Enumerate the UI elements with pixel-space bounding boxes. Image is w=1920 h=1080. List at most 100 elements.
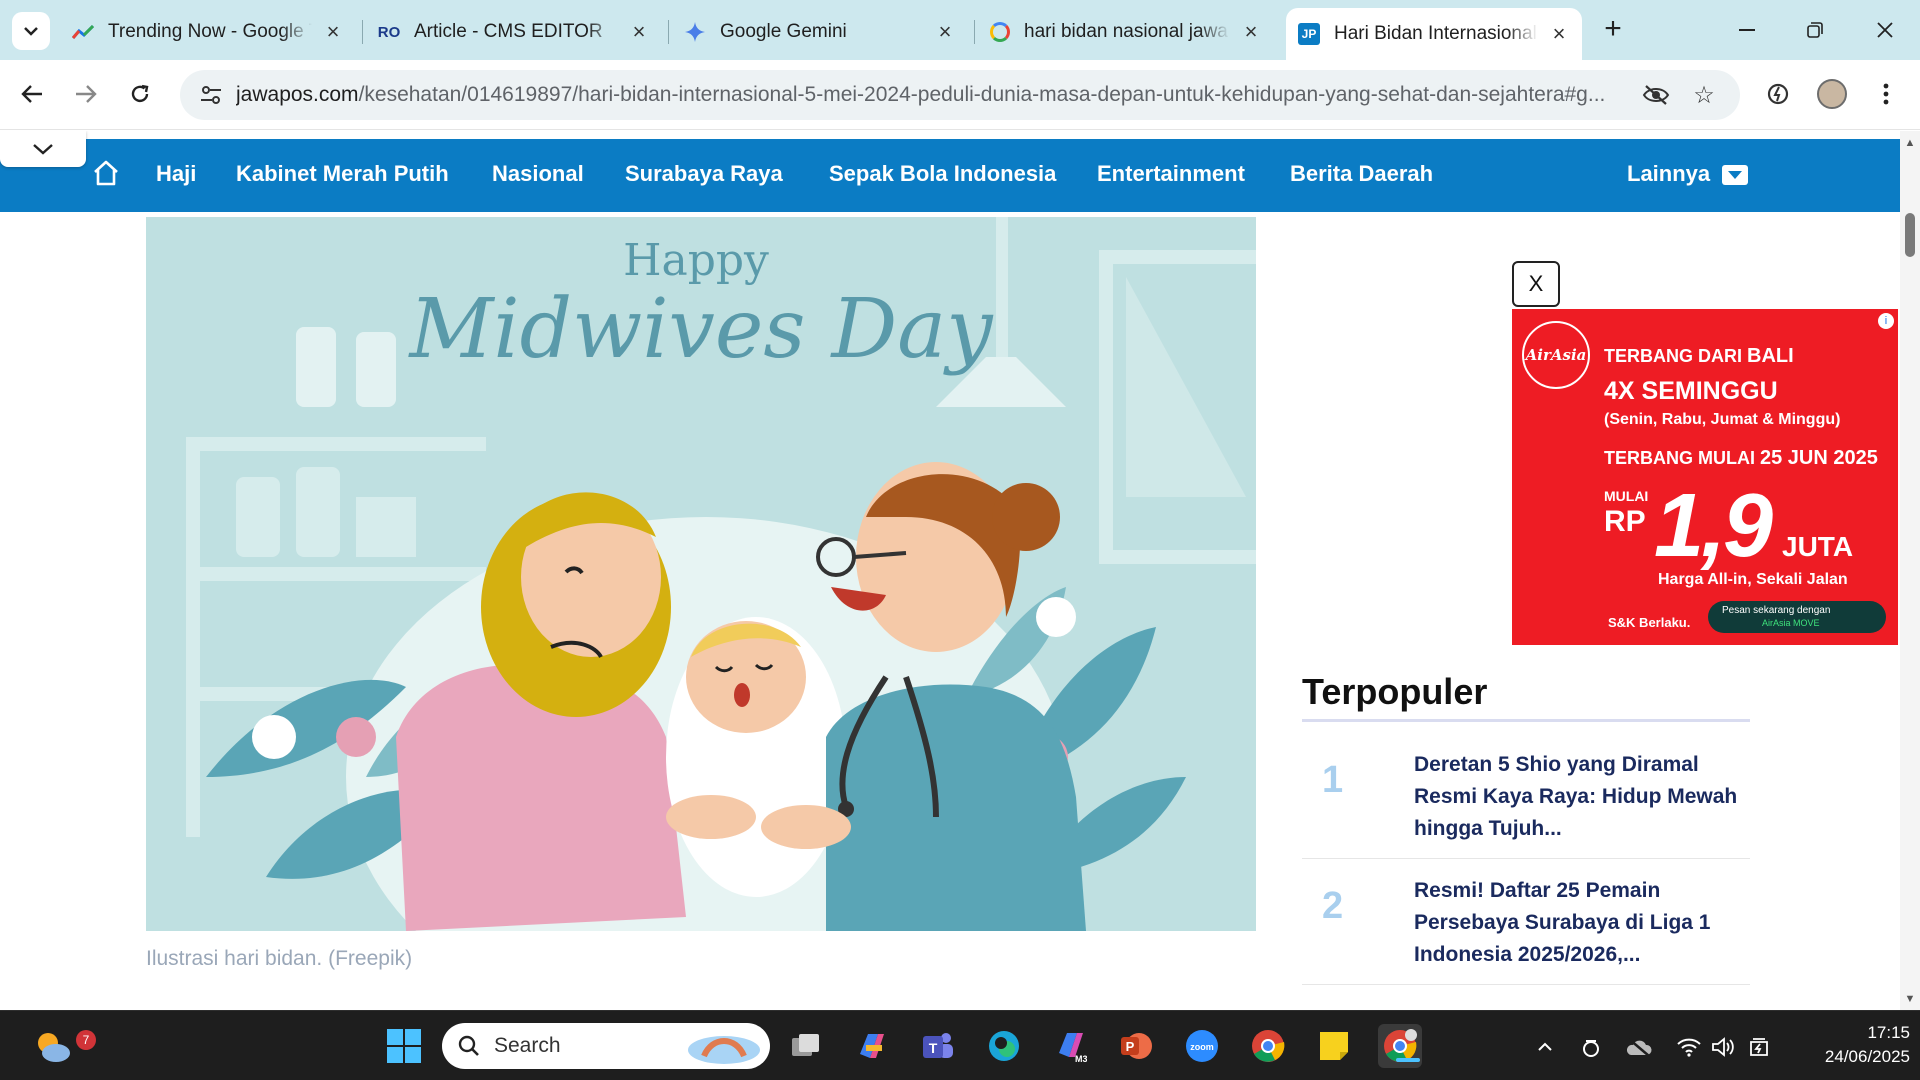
nav-sepak-bola-indonesia[interactable]: Sepak Bola Indonesia — [829, 161, 1056, 187]
ad-info-icon[interactable]: i — [1878, 313, 1894, 329]
taskbar-search[interactable]: Search — [442, 1023, 770, 1069]
performance-icon[interactable] — [1760, 76, 1796, 112]
new-tab-button[interactable]: + — [1598, 12, 1628, 45]
restore-button[interactable] — [1790, 10, 1840, 50]
tab-jawapos-active[interactable]: JP Hari Bidan Internasional 5 Mei 2024 × — [1286, 8, 1582, 60]
ad-line-1-strong: BALI — [1747, 345, 1794, 367]
ad-juta: JUTA — [1782, 531, 1854, 562]
reload-icon — [131, 84, 149, 103]
site-info-button[interactable] — [186, 70, 236, 120]
tab-strip: Trending Now - Google Trends × RO Articl… — [0, 0, 1920, 60]
svg-text:zoom: zoom — [1190, 1042, 1214, 1052]
scrollbar-thumb[interactable] — [1905, 213, 1915, 257]
close-icon[interactable]: × — [322, 19, 344, 44]
nav-lainnya-label: Lainnya — [1627, 161, 1711, 186]
tracking-protection-icon[interactable] — [1642, 81, 1670, 109]
nav-haji[interactable]: Haji — [156, 161, 196, 187]
nav-lainnya[interactable]: Lainnya — [1627, 161, 1749, 187]
image-title-midwives-day: Midwives Day — [407, 282, 994, 377]
cloud-offline-icon[interactable] — [1624, 1033, 1654, 1061]
tab-gemini[interactable]: Google Gemini × — [672, 10, 968, 54]
tab-title: Google Gemini — [720, 21, 847, 42]
svg-text:M365: M365 — [1075, 1054, 1087, 1063]
tab-divider — [668, 20, 669, 44]
profile-avatar[interactable] — [1814, 76, 1850, 112]
nav-entertainment[interactable]: Entertainment — [1097, 161, 1245, 187]
battery-charging-icon[interactable] — [1744, 1033, 1774, 1061]
close-icon[interactable]: × — [1548, 21, 1570, 46]
scroll-down-icon[interactable]: ▼ — [1904, 993, 1916, 1005]
task-view-icon — [792, 1034, 819, 1056]
start-button[interactable] — [382, 1024, 426, 1068]
page-scrollbar[interactable]: ▲ ▼ — [1900, 131, 1920, 1010]
nav-surabaya-raya[interactable]: Surabaya Raya — [625, 161, 783, 187]
zoom-button[interactable]: zoom — [1180, 1024, 1224, 1068]
ad-rp: RP — [1604, 505, 1646, 538]
volume-icon[interactable] — [1708, 1033, 1738, 1061]
task-view-button[interactable] — [784, 1024, 828, 1068]
ad-terms: S&K Berlaku. — [1608, 615, 1691, 630]
tune-icon — [201, 86, 221, 104]
ad-line-3: (Senin, Rabu, Jumat & Minggu) — [1604, 411, 1841, 428]
sticky-notes-button[interactable] — [1312, 1024, 1356, 1068]
ro-icon: RO — [377, 23, 401, 41]
scroll-up-icon[interactable]: ▲ — [1904, 137, 1916, 149]
m365-button[interactable]: M365 — [1048, 1024, 1092, 1068]
chrome-button[interactable] — [1246, 1024, 1290, 1068]
airasia-ad-banner[interactable]: AirAsia TERBANG DARI BALI 4X SEMINGGU (S… — [1512, 309, 1898, 645]
nav-berita-daerah[interactable]: Berita Daerah — [1290, 161, 1433, 187]
close-icon[interactable]: × — [1240, 19, 1262, 44]
ad-line-4: TERBANG MULAI 25 JUN 2025 — [1604, 447, 1878, 470]
minimize-button[interactable] — [1722, 10, 1772, 50]
chevron-down-icon — [24, 27, 38, 36]
forward-arrow-icon — [76, 85, 97, 103]
running-indicator — [1396, 1058, 1420, 1062]
popular-heading: Terpopuler — [1302, 671, 1488, 712]
tab-search-button[interactable] — [12, 12, 50, 50]
image-title-happy: Happy — [623, 235, 769, 286]
popular-headline[interactable]: Deretan 5 Shio yang Diramal Resmi Kaya R… — [1414, 749, 1750, 845]
tab-google-search[interactable]: hari bidan nasional jawa pos × — [978, 10, 1274, 54]
search-label: Search — [494, 1034, 561, 1057]
close-icon[interactable]: × — [628, 19, 650, 44]
tray-overflow-chevron-icon[interactable] — [1530, 1033, 1560, 1061]
bookmark-star-icon[interactable]: ☆ — [1690, 81, 1718, 109]
collapse-header-button[interactable] — [0, 131, 86, 167]
close-icon[interactable]: × — [934, 19, 956, 44]
tab-title: Trending Now - Google Trends — [108, 21, 312, 42]
tab-trending[interactable]: Trending Now - Google Trends × — [60, 10, 356, 54]
ad-close-button[interactable]: X — [1512, 261, 1560, 307]
back-arrow-icon — [21, 85, 42, 103]
back-button[interactable] — [12, 74, 52, 114]
nav-kabinet-merah-putih[interactable]: Kabinet Merah Putih — [236, 161, 449, 187]
popular-divider — [1302, 719, 1750, 722]
teams-button[interactable]: T — [916, 1024, 960, 1068]
clock-date: 24/06/2025 — [1824, 1047, 1910, 1066]
reload-button[interactable] — [120, 74, 160, 114]
address-bar[interactable]: jawapos.com/kesehatan/014619897/hari-bid… — [180, 70, 1740, 120]
site-navbar: Haji Kabinet Merah Putih Nasional Suraba… — [0, 139, 1900, 212]
svg-text:T: T — [929, 1040, 938, 1056]
tab-cms[interactable]: RO Article - CMS EDITOR × — [366, 10, 662, 54]
forward-button[interactable] — [66, 74, 106, 114]
nav-nasional[interactable]: Nasional — [492, 161, 584, 187]
popular-item[interactable]: 1 Deretan 5 Shio yang Diramal Resmi Kaya… — [1302, 735, 1750, 859]
powerpoint-button[interactable]: P — [1114, 1024, 1158, 1068]
system-clock[interactable]: 17:15 24/06/2025 — [1780, 1021, 1910, 1069]
popular-headline[interactable]: Resmi! Daftar 25 Pemain Persebaya Suraba… — [1414, 875, 1750, 971]
windows-taskbar: 7 Search T M365 P zoom — [0, 1010, 1920, 1080]
chrome-profile-button-running[interactable] — [1378, 1024, 1422, 1068]
tab-title: hari bidan nasional jawa pos — [1024, 21, 1230, 42]
close-window-button[interactable] — [1860, 10, 1910, 50]
onedrive-sync-icon[interactable] — [1576, 1033, 1606, 1061]
home-link[interactable] — [90, 157, 122, 189]
url-path: /kesehatan/014619897/hari-bidan-internas… — [358, 83, 1606, 106]
edge-button[interactable] — [982, 1024, 1026, 1068]
ad-cta-button[interactable]: Pesan sekarang dengan AirAsia MOVE — [1708, 601, 1886, 633]
popular-item[interactable]: 2 Resmi! Daftar 25 Pemain Persebaya Sura… — [1302, 861, 1750, 985]
sticky-notes-icon — [1320, 1032, 1348, 1060]
weather-widget[interactable]: 7 — [28, 1024, 96, 1068]
wifi-icon[interactable] — [1674, 1033, 1704, 1061]
copilot-button[interactable] — [850, 1024, 894, 1068]
browser-menu-button[interactable] — [1868, 76, 1904, 112]
